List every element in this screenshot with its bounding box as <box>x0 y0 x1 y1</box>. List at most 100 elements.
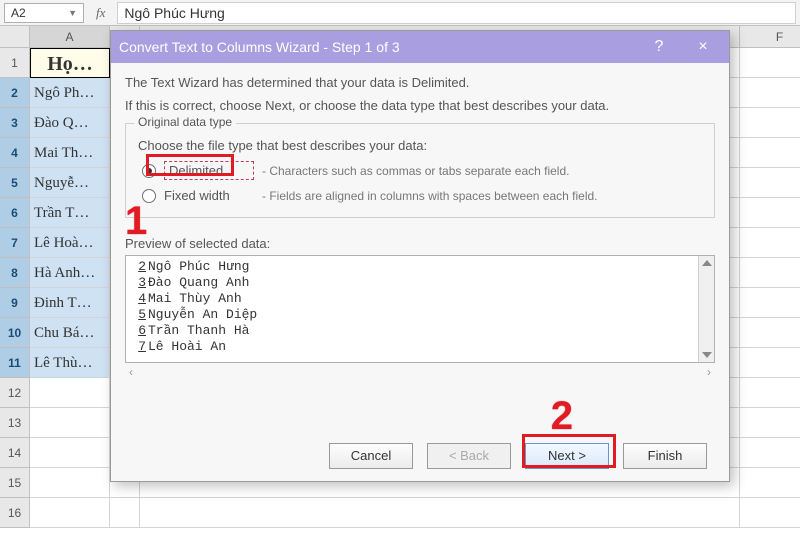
row-header-15[interactable]: 15 <box>0 468 30 498</box>
radio-fixedwidth-desc: - Fields are aligned in columns with spa… <box>262 189 598 203</box>
radio-icon <box>142 189 156 203</box>
row-header-4[interactable]: 4 <box>0 138 30 168</box>
radio-delimited-desc: - Characters such as commas or tabs sepa… <box>262 164 569 178</box>
preview-row-text: Đào Quang Anh <box>148 275 249 291</box>
preview-row: 6Trần Thanh Hà <box>132 323 708 339</box>
cell-A9[interactable]: Đinh T… <box>30 288 110 318</box>
cell-F14[interactable] <box>740 438 800 468</box>
cell-spacer <box>140 498 740 528</box>
cell-A5[interactable]: Nguyễ… <box>30 168 110 198</box>
cell-F1[interactable] <box>740 48 800 78</box>
dropdown-icon[interactable]: ▼ <box>68 8 77 18</box>
scroll-left-icon[interactable]: ‹ <box>129 365 133 379</box>
cell-A7[interactable]: Lê Hoà… <box>30 228 110 258</box>
row-header-13[interactable]: 13 <box>0 408 30 438</box>
cell-F2[interactable] <box>740 78 800 108</box>
help-icon[interactable]: ? <box>641 31 677 63</box>
cell-F3[interactable] <box>740 108 800 138</box>
row-header-12[interactable]: 12 <box>0 378 30 408</box>
preview-row-number: 7 <box>132 339 146 355</box>
group-legend: Original data type <box>134 115 236 129</box>
preview-row-text: Nguyễn An Diệp <box>148 307 257 323</box>
dialog-title: Convert Text to Columns Wizard - Step 1 … <box>119 39 633 55</box>
preview-box[interactable]: 2Ngô Phúc Hưng3Đào Quang Anh4Mai Thùy An… <box>125 255 715 363</box>
cell-A13[interactable] <box>30 408 110 438</box>
close-icon[interactable]: × <box>685 31 721 63</box>
preview-area: Preview of selected data: 2Ngô Phúc Hưng… <box>125 232 715 437</box>
preview-row-number: 5 <box>132 307 146 323</box>
radio-delimited[interactable]: Delimited - Characters such as commas or… <box>136 157 704 184</box>
row-header-9[interactable]: 9 <box>0 288 30 318</box>
cell-A3[interactable]: Đào Q… <box>30 108 110 138</box>
preview-row-text: Ngô Phúc Hưng <box>148 259 249 275</box>
radio-delimited-label: Delimited <box>164 161 254 180</box>
cell-F12[interactable] <box>740 378 800 408</box>
row-header-10[interactable]: 10 <box>0 318 30 348</box>
cell-A15[interactable] <box>30 468 110 498</box>
cell-F7[interactable] <box>740 228 800 258</box>
cell-A12[interactable] <box>30 378 110 408</box>
name-box[interactable]: A2 ▼ <box>4 3 84 23</box>
preview-row-text: Lê Hoài An <box>148 339 226 355</box>
formula-input[interactable]: Ngô Phúc Hưng <box>117 2 796 24</box>
cell-A16[interactable] <box>30 498 110 528</box>
radio-icon <box>142 164 156 178</box>
text-to-columns-dialog: Convert Text to Columns Wizard - Step 1 … <box>110 30 730 482</box>
preview-row: 3Đào Quang Anh <box>132 275 708 291</box>
fx-icon[interactable]: fx <box>90 5 111 21</box>
row-header-1[interactable]: 1 <box>0 48 30 78</box>
cell-A8[interactable]: Hà Anh… <box>30 258 110 288</box>
cell-F15[interactable] <box>740 468 800 498</box>
finish-button[interactable]: Finish <box>623 443 707 469</box>
preview-row: 7Lê Hoài An <box>132 339 708 355</box>
table-row <box>30 498 800 528</box>
group-prompt: Choose the file type that best describes… <box>138 138 704 153</box>
cell-A14[interactable] <box>30 438 110 468</box>
cell-F6[interactable] <box>740 198 800 228</box>
preview-row-number: 6 <box>132 323 146 339</box>
cell-A10[interactable]: Chu Bá… <box>30 318 110 348</box>
preview-row-number: 4 <box>132 291 146 307</box>
cell-F11[interactable] <box>740 348 800 378</box>
row-header-3[interactable]: 3 <box>0 108 30 138</box>
cell-A11[interactable]: Lê Thù… <box>30 348 110 378</box>
cell-A4[interactable]: Mai Th… <box>30 138 110 168</box>
cell-B16[interactable] <box>110 498 140 528</box>
cell-F16[interactable] <box>740 498 800 528</box>
row-header-2[interactable]: 2 <box>0 78 30 108</box>
dialog-body: The Text Wizard has determined that your… <box>111 63 729 481</box>
row-header-5[interactable]: 5 <box>0 168 30 198</box>
radio-fixed-width[interactable]: Fixed width - Fields are aligned in colu… <box>136 184 704 207</box>
cell-F4[interactable] <box>740 138 800 168</box>
row-header-7[interactable]: 7 <box>0 228 30 258</box>
cell-F10[interactable] <box>740 318 800 348</box>
next-button[interactable]: Next > <box>525 443 609 469</box>
cell-A2[interactable]: Ngô Ph… <box>30 78 110 108</box>
column-header-F[interactable]: F <box>740 26 800 48</box>
row-header-14[interactable]: 14 <box>0 438 30 468</box>
cell-A1[interactable]: Họ… <box>30 48 110 78</box>
cell-F9[interactable] <box>740 288 800 318</box>
preview-row: 2Ngô Phúc Hưng <box>132 259 708 275</box>
vertical-scrollbar[interactable] <box>698 256 714 362</box>
preview-row: 5Nguyễn An Diệp <box>132 307 708 323</box>
preview-row-number: 2 <box>132 259 146 275</box>
row-header-8[interactable]: 8 <box>0 258 30 288</box>
name-box-value: A2 <box>11 6 26 20</box>
row-header-16[interactable]: 16 <box>0 498 30 528</box>
preview-row-number: 3 <box>132 275 146 291</box>
radio-fixedwidth-label: Fixed width <box>164 188 254 203</box>
cell-F5[interactable] <box>740 168 800 198</box>
horizontal-scrollbar[interactable]: ‹ › <box>125 363 715 381</box>
select-all-corner[interactable] <box>0 26 30 48</box>
cell-F13[interactable] <box>740 408 800 438</box>
scroll-right-icon[interactable]: › <box>707 365 711 379</box>
dialog-intro-1: The Text Wizard has determined that your… <box>125 75 715 90</box>
row-header-11[interactable]: 11 <box>0 348 30 378</box>
cell-F8[interactable] <box>740 258 800 288</box>
column-header-A[interactable]: A <box>30 26 110 48</box>
dialog-titlebar[interactable]: Convert Text to Columns Wizard - Step 1 … <box>111 31 729 63</box>
row-header-6[interactable]: 6 <box>0 198 30 228</box>
cell-A6[interactable]: Trần T… <box>30 198 110 228</box>
cancel-button[interactable]: Cancel <box>329 443 413 469</box>
